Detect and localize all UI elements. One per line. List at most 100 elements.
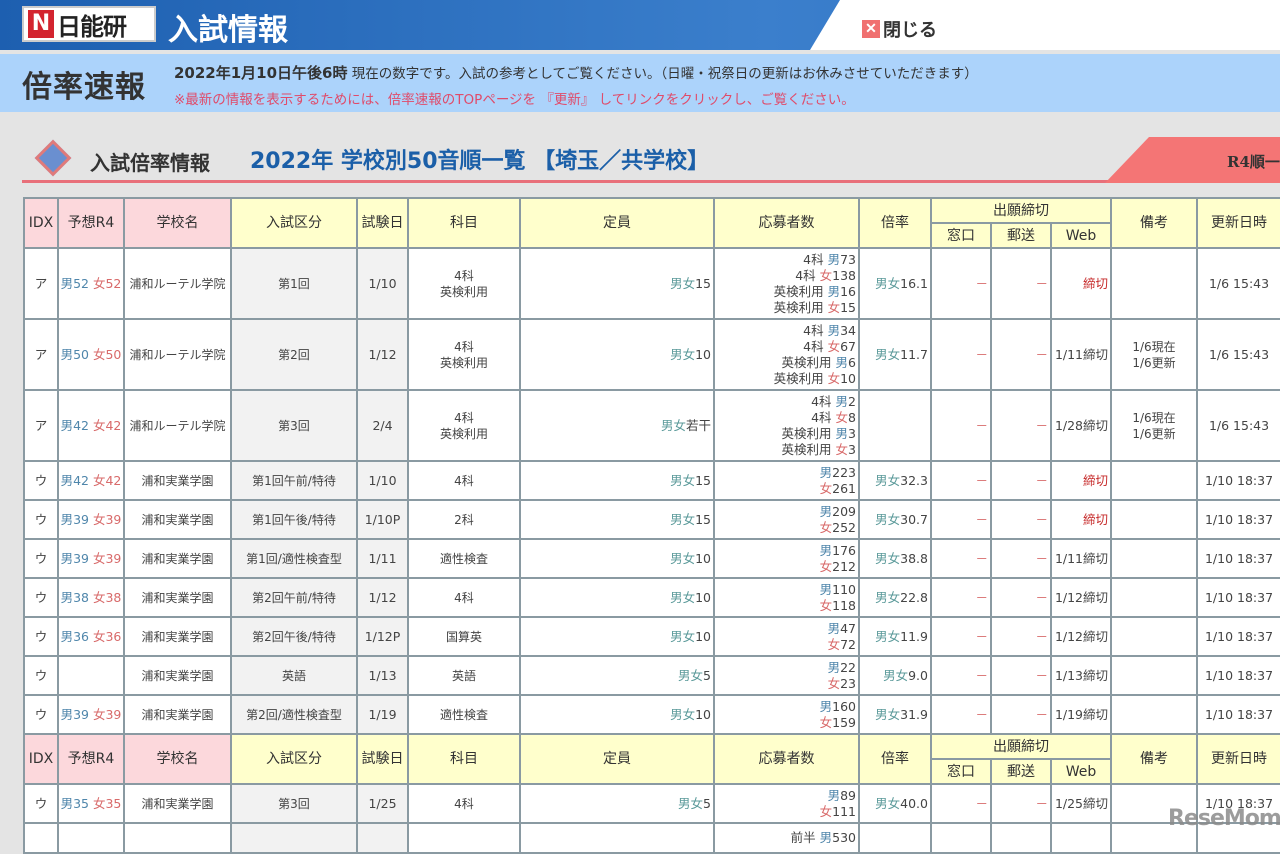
table-row[interactable]: ウ男39 女39 浦和実業学園 第2回/適性検査型 1/19 適性検査 男女10 男160 女… xyxy=(23,694,1280,735)
header-deadline: 出願締切 xyxy=(929,733,1113,760)
cell-updated: 1/6 15:43 xyxy=(1196,389,1280,462)
cell-ratio xyxy=(858,389,932,462)
exam-date: 1/12P xyxy=(364,628,401,644)
school-name: 浦和実業学園 xyxy=(141,590,214,605)
cell-madoguchi: － xyxy=(930,499,992,540)
table-row[interactable]: ア男42 女42 浦和ルーテル学院 第3回 2/4 4科 英検利用 男女若干 4科 男2 4科 … xyxy=(23,389,1280,462)
table-row[interactable]: ア男50 女50 浦和ルーテル学院 第2回 1/12 4科 英検利用 男女10 4科 男34 4… xyxy=(23,318,1280,391)
cell-biko xyxy=(1110,460,1199,501)
deadline-web: 1/11締切 xyxy=(1054,346,1109,362)
info-label: 倍率速報 xyxy=(22,70,146,105)
applicant-count: 10 xyxy=(840,370,856,386)
cell-school: 浦和実業学園 xyxy=(123,783,232,824)
header-kubun: 入試区分 xyxy=(230,197,358,249)
exam-type: 第3回 xyxy=(278,418,310,433)
cell-school: 浦和実業学園 xyxy=(123,538,232,579)
cell-teiin: 男女15 xyxy=(519,247,715,320)
cell-madoguchi: － xyxy=(930,616,992,657)
updated-at: 1/6 15:43 xyxy=(1208,275,1270,291)
yoso-male: 男39 xyxy=(60,706,89,722)
applicant-sex: 女 xyxy=(819,803,833,819)
nichinoken-logo[interactable]: N 日能研 xyxy=(22,6,156,42)
cell-yoso: 男39 女39 xyxy=(57,499,125,540)
cell-school: 浦和実業学園 xyxy=(123,499,232,540)
subject: 英検利用 xyxy=(439,284,488,299)
table-row[interactable]: ア男52 女52 浦和ルーテル学院 第1回 1/10 4科 英検利用 男女15 4科 男73 4… xyxy=(23,247,1280,320)
cell-applicants: 男47 女72 xyxy=(713,616,860,657)
header-school: 学校名 xyxy=(123,733,232,785)
cell-school: 浦和実業学園 xyxy=(123,694,232,735)
teiin-sex: 男女 xyxy=(670,346,696,362)
cell-school: 浦和実業学園 xyxy=(123,655,232,696)
close-button[interactable]: ✕ 閉じる xyxy=(862,16,937,42)
applicant-sex: 男 xyxy=(827,251,841,267)
school-name: 浦和実業学園 xyxy=(141,668,214,683)
deadline-web: 1/12締切 xyxy=(1054,628,1109,644)
cell-teiin: 男女10 xyxy=(519,318,715,391)
teiin-value: 10 xyxy=(695,628,711,644)
cell-subject: 4科 英検利用 xyxy=(407,318,521,391)
applicant-sex: 女 xyxy=(819,267,833,283)
exam-date: 1/13 xyxy=(368,667,397,683)
cell-web: 締切 xyxy=(1049,460,1113,501)
idx: ウ xyxy=(34,628,48,644)
cell-web: 1/12締切 xyxy=(1049,577,1113,618)
header-yoso: 予想R4 xyxy=(57,733,125,785)
cell-kubun: 第2回午後/特待 xyxy=(230,616,358,657)
exam-date: 1/19 xyxy=(368,706,397,722)
cell-idx: ウ xyxy=(23,499,59,540)
cell-kubun: 第1回午前/特待 xyxy=(230,460,358,501)
deadline-mail: － xyxy=(1035,346,1048,362)
table-row[interactable]: ウ男42 女42 浦和実業学園 第1回午前/特待 1/10 4科 男女15 男223 女261… xyxy=(23,460,1280,501)
table-row[interactable]: ウ男36 女36 浦和実業学園 第2回午後/特待 1/12P 国算英 男女10 男47 女72… xyxy=(23,616,1280,657)
subject: 英検利用 xyxy=(439,426,488,441)
applicant-count: 261 xyxy=(832,480,856,496)
deadline-mail: － xyxy=(1035,417,1048,433)
idx: ア xyxy=(34,417,48,433)
updated-at: 1/6 15:43 xyxy=(1208,346,1270,362)
subject: 4科 xyxy=(454,410,474,425)
applicant-sex: 男 xyxy=(827,659,841,675)
yoso-female: 女38 xyxy=(92,589,122,605)
yoso-female: 女42 xyxy=(92,472,122,488)
applicant-count: 111 xyxy=(832,803,856,819)
cell-teiin: 男女5 xyxy=(519,783,715,824)
applicant-count: 23 xyxy=(840,675,856,691)
r4-order-tab[interactable]: R4順一 xyxy=(1105,137,1280,183)
deadline-web: 締切 xyxy=(1083,472,1109,488)
table-row[interactable]: ウ男39 女39 浦和実業学園 第1回午後/特待 1/10P 2科 男女15 男209 女25… xyxy=(23,499,1280,540)
header-web: Web xyxy=(1049,758,1113,785)
deadline-counter: － xyxy=(975,511,988,527)
exam-type: 第1回午後/特待 xyxy=(252,512,336,527)
results-table: IDX 予想R4 学校名 入試区分 試験日 科目 定員 応募者数 倍率 出願締切 備考 更新日時 窓口郵… xyxy=(23,197,1280,854)
cell-yuso: － xyxy=(990,247,1052,320)
cell-idx: ア xyxy=(23,318,59,391)
table-row[interactable]: ウ男35 女35 浦和実業学園 第3回 1/25 4科 男女5 男89 女111 男女40.0 －… xyxy=(23,783,1280,824)
cell-kubun: 第1回午後/特待 xyxy=(230,499,358,540)
table-row[interactable]: 前半 男530 xyxy=(23,822,1280,854)
cell-subject: 4科 xyxy=(407,577,521,618)
cell-teiin: 男女5 xyxy=(519,655,715,696)
table-row[interactable]: ウ男38 女38 浦和実業学園 第2回午前/特待 1/12 4科 男女10 男110 女118… xyxy=(23,577,1280,618)
cell-idx: ウ xyxy=(23,783,59,824)
deadline-web: 1/19締切 xyxy=(1054,706,1109,722)
ratio-sex: 男女 xyxy=(875,706,901,722)
cell-applicants: 男22 女23 xyxy=(713,655,860,696)
cell-madoguchi: － xyxy=(930,694,992,735)
deadline-counter: － xyxy=(975,550,988,566)
applicant-prefix: 英検利用 xyxy=(781,441,836,457)
cell-updated: 1/10 18:37 xyxy=(1196,577,1280,618)
cell-yuso: － xyxy=(990,783,1052,824)
cell-yoso: 男38 女38 xyxy=(57,577,125,618)
table-row[interactable]: ウ浦和実業学園 英語 1/13 英語 男女5 男22 女23 男女9.0 －－ 1/13締切 1/1… xyxy=(23,655,1280,696)
applicant-count: 3 xyxy=(848,425,856,441)
applicant-sex: 女 xyxy=(835,441,849,457)
updated-at: 1/10 18:37 xyxy=(1204,589,1274,605)
cell-ratio: 男女11.7 xyxy=(858,318,932,391)
table-header-row: IDX 予想R4 学校名 入試区分 試験日 科目 定員 応募者数 倍率 出願締切 備考 更新日時 xyxy=(23,197,1280,249)
cell-madoguchi: － xyxy=(930,783,992,824)
yoso-female: 女36 xyxy=(92,628,122,644)
table-row[interactable]: ウ男39 女39 浦和実業学園 第1回/適性検査型 1/11 適性検査 男女10 男176 女… xyxy=(23,538,1280,579)
header-date: 試験日 xyxy=(356,733,409,785)
info-datetime: 2022年1月10日午後6時 xyxy=(174,64,348,82)
